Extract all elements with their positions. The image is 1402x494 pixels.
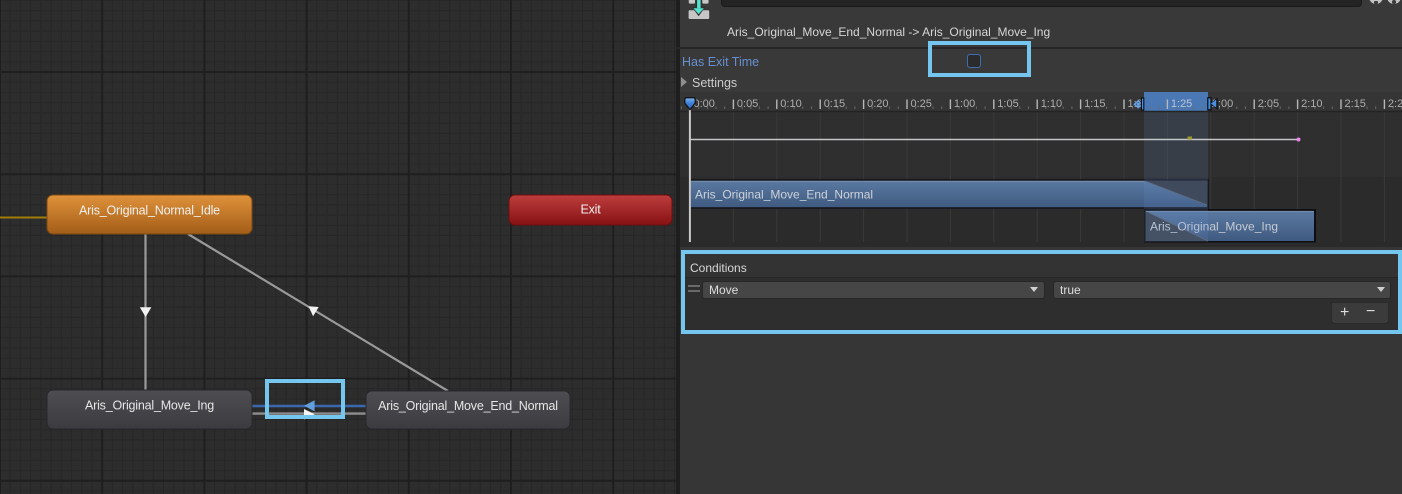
svg-text:1:15: 1:15 xyxy=(1084,98,1105,110)
svg-text:0:25: 0:25 xyxy=(911,98,932,110)
svg-text:0:15: 0:15 xyxy=(824,98,845,110)
svg-text:2:2: 2:2 xyxy=(1388,98,1402,110)
svg-text:2:10: 2:10 xyxy=(1301,98,1322,110)
svg-text:1:25: 1:25 xyxy=(1171,98,1192,110)
svg-text:1:10: 1:10 xyxy=(1041,98,1062,110)
svg-text:2:15: 2:15 xyxy=(1345,98,1366,110)
svg-text:Aris_Original_Normal_Idle: Aris_Original_Normal_Idle xyxy=(79,204,220,218)
svg-text:0:05: 0:05 xyxy=(737,98,758,110)
svg-text:1:00: 1:00 xyxy=(954,98,975,110)
svg-text:Aris_Original_Move_End_Normal: Aris_Original_Move_End_Normal xyxy=(378,399,558,413)
svg-text:0:00: 0:00 xyxy=(694,98,715,110)
svg-text:Aris_Original_Move_Ing: Aris_Original_Move_Ing xyxy=(85,399,214,413)
svg-text:2:05: 2:05 xyxy=(1258,98,1279,110)
svg-text:0:20: 0:20 xyxy=(867,98,888,110)
svg-text:0:10: 0:10 xyxy=(780,98,801,110)
svg-text:Exit: Exit xyxy=(580,203,601,217)
svg-text:Aris_Original_Move_End_Normal: Aris_Original_Move_End_Normal xyxy=(695,188,873,202)
svg-text:1:05: 1:05 xyxy=(997,98,1018,110)
